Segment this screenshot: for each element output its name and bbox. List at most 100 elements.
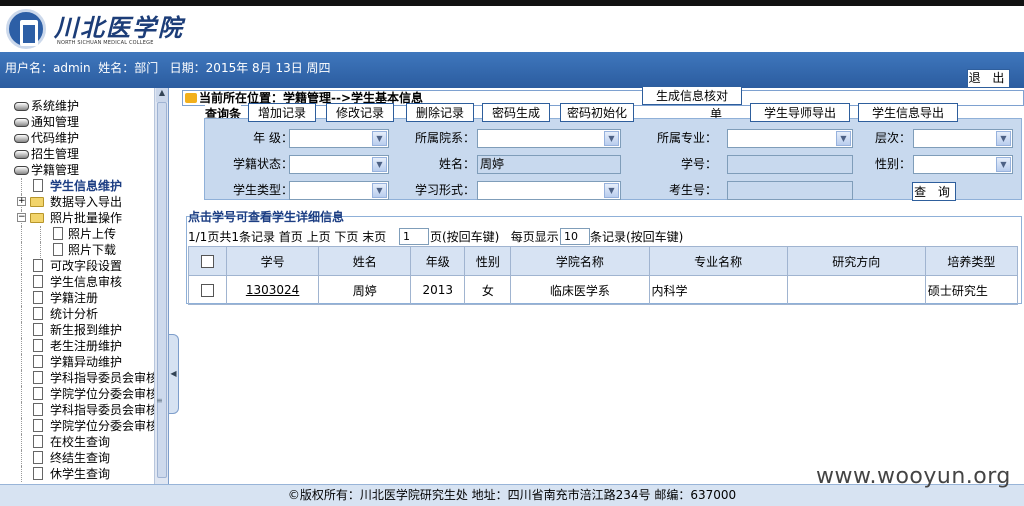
name-input[interactable]: 周婷 — [477, 155, 621, 174]
sidebar-item-label: 学院学位分委会审核 — [50, 419, 159, 433]
delete-record-button[interactable]: 删除记录 — [406, 103, 474, 122]
status-select[interactable]: ▼ — [289, 155, 389, 174]
study-form-select[interactable]: ▼ — [477, 181, 621, 200]
level-select[interactable]: ▼ — [913, 129, 1013, 148]
page-number-input[interactable]: 1 — [399, 228, 429, 245]
document-icon — [33, 355, 43, 368]
sidebar-item[interactable]: 学籍注册 — [0, 290, 154, 306]
sidebar-item[interactable]: 照片上传 — [0, 226, 154, 242]
sidebar-item-label: 照片批量操作 — [50, 211, 123, 225]
select-all-checkbox[interactable] — [201, 255, 215, 268]
password-init-button[interactable]: 密码初始化 — [560, 103, 634, 122]
select-all-checkbox-cell[interactable] — [187, 246, 228, 276]
scroll-up-arrow-icon[interactable]: ▲ — [156, 88, 168, 102]
sidebar-module[interactable]: 学籍管理 — [0, 162, 154, 178]
folder-icon — [30, 213, 44, 223]
sidebar-item[interactable]: 学院学位分委会审核 — [0, 418, 158, 434]
sidebar-item-label: 可改字段设置 — [50, 259, 123, 273]
sidebar-item-label: 学院学位分委会审核 — [50, 387, 159, 401]
column-header: 学号 — [226, 246, 320, 276]
row-checkbox-cell[interactable] — [187, 275, 228, 305]
sidebar-item[interactable]: 老生注册维护 — [0, 338, 154, 354]
gender-select[interactable]: ▼ — [913, 155, 1013, 174]
document-icon — [33, 307, 43, 320]
add-record-button[interactable]: 增加记录 — [248, 103, 316, 122]
query-button[interactable]: 查 询 — [912, 182, 956, 201]
chevron-down-icon: ▼ — [372, 131, 387, 146]
location-hand-icon — [185, 93, 197, 103]
sidebar-item[interactable]: 终结生查询 — [0, 450, 154, 466]
major-select[interactable]: ▼ — [727, 129, 853, 148]
sidebar-module[interactable]: 招生管理 — [0, 146, 154, 162]
document-icon — [33, 403, 43, 416]
student-type-select[interactable]: ▼ — [289, 181, 389, 200]
tree-guide-line — [21, 386, 22, 402]
expand-icon[interactable]: + — [17, 197, 26, 206]
sidebar-item[interactable]: 学生信息维护 — [0, 178, 154, 194]
sidebar-item[interactable]: 休学生查询 — [0, 466, 154, 482]
student-no-link[interactable]: 1303024 — [246, 283, 299, 297]
student-type-label: 学生类型： — [232, 183, 293, 197]
module-drive-icon — [14, 102, 29, 111]
sidebar-item[interactable]: 学科指导委员会审核 — [0, 402, 158, 418]
module-drive-icon — [14, 166, 29, 175]
sidebar-item[interactable]: − 照片批量操作 — [0, 210, 154, 226]
tree-guide-line — [21, 290, 22, 306]
sidebar-module[interactable]: 通知管理 — [0, 114, 154, 130]
logout-button[interactable]: 退 出 — [967, 69, 1010, 88]
sidebar-scrollbar[interactable]: ▲ ≡ — [154, 88, 168, 484]
pager-summary[interactable]: 1/1页共1条记录 首页 上页 下页 末页 — [188, 230, 386, 244]
table-header-row: 学号 姓名 年级 性别 学院名称 专业名称 研究方向 培养类型 — [187, 246, 1019, 276]
student-no-cell[interactable]: 1303024 — [226, 275, 320, 305]
collapse-icon[interactable]: − — [17, 213, 26, 222]
per-page-input[interactable]: 10 — [560, 228, 590, 245]
sidebar-item[interactable]: 学科指导委员会审核 — [0, 370, 158, 386]
sidebar-item[interactable]: 学籍异动维护 — [0, 354, 154, 370]
watermark-text: www.wooyun.org — [816, 464, 1011, 489]
exam-no-input[interactable] — [727, 181, 853, 200]
password-generate-button[interactable]: 密码生成 — [482, 103, 550, 122]
grade-select[interactable]: ▼ — [289, 129, 389, 148]
sidebar-module[interactable]: 代码维护 — [0, 130, 154, 146]
sidebar-item[interactable]: 统计分析 — [0, 306, 154, 322]
sidebar-module-label: 通知管理 — [31, 115, 80, 129]
tree-guide-line — [21, 402, 22, 418]
generate-verify-button[interactable]: 生成信息核对 — [642, 86, 742, 105]
export-tutor-button[interactable]: 学生导师导出 — [750, 103, 850, 122]
college-select[interactable]: ▼ — [477, 129, 621, 148]
sidebar-item-label: 新生报到维护 — [50, 323, 123, 337]
sidebar-item[interactable]: 学生信息审核 — [0, 274, 154, 290]
name-label: 姓名： — [438, 157, 475, 171]
grade-cell: 2013 — [410, 275, 466, 305]
sidebar-item-label: 学科指导委员会审核 — [50, 403, 159, 417]
tree-guide-line — [40, 242, 41, 258]
sidebar-item-label: 学籍异动维护 — [50, 355, 123, 369]
table-row: 1303024 周婷 2013 女 临床医学系 内科学 硕士研究生 — [187, 275, 1019, 305]
sidebar-item[interactable]: + 数据导入导出 — [0, 194, 154, 210]
sidebar-item[interactable]: 在校生查询 — [0, 434, 154, 450]
tree-guide-line — [21, 322, 22, 338]
edit-record-button[interactable]: 修改记录 — [326, 103, 394, 122]
export-student-button[interactable]: 学生信息导出 — [858, 103, 958, 122]
study-form-label: 学习形式： — [414, 183, 475, 197]
document-icon — [33, 387, 43, 400]
scroll-thumb[interactable] — [157, 102, 167, 478]
main-content: 当前所在位置：学籍管理-->学生基本信息 生成信息核对 查询条 单 年 级： ▼… — [180, 86, 1024, 484]
sidebar-item[interactable]: 学院学位分委会审核 — [0, 386, 158, 402]
column-header: 年级 — [410, 246, 466, 276]
column-header: 专业名称 — [648, 246, 788, 276]
chevron-down-icon: ▼ — [372, 183, 387, 198]
user-info-text: 用户名：admin 姓名：部门 日期：2015年 8月 13日 周四 — [5, 61, 331, 75]
collapse-sidebar-button[interactable]: ◀ — [169, 334, 179, 414]
sidebar-item[interactable]: 照片下载 — [0, 242, 154, 258]
sidebar-item[interactable]: 可改字段设置 — [0, 258, 154, 274]
sidebar-item[interactable]: 新生报到维护 — [0, 322, 154, 338]
document-icon — [33, 419, 43, 432]
student-no-input[interactable] — [727, 155, 853, 174]
sidebar-module[interactable]: 系统维护 — [0, 98, 154, 114]
row-checkbox[interactable] — [201, 284, 215, 297]
document-icon — [33, 435, 43, 448]
major-cell: 内科学 — [648, 275, 788, 305]
tree-guide-line — [21, 274, 22, 290]
document-icon — [33, 259, 43, 272]
